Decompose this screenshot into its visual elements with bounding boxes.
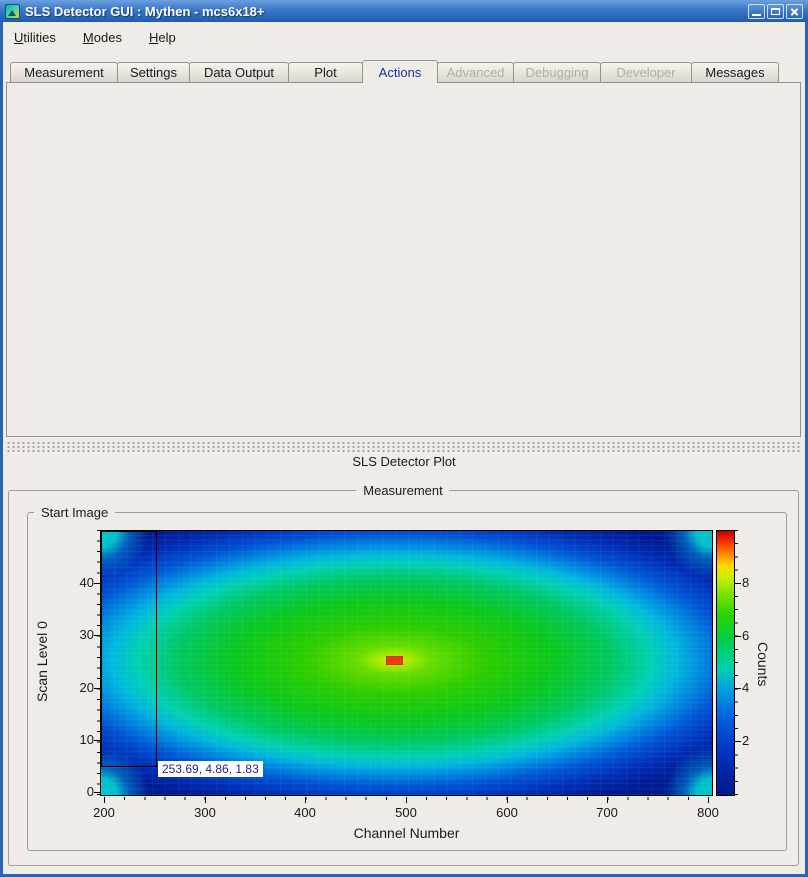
titlebar-buttons <box>748 4 803 19</box>
y-axis-title: Scan Level 0 <box>34 588 52 736</box>
x-tick-label: 500 <box>384 805 428 820</box>
splitter-handle[interactable] <box>6 441 801 452</box>
zoom-selection-rect <box>101 531 157 767</box>
start-image-group-title: Start Image <box>34 505 115 520</box>
x-tick-label: 600 <box>485 805 529 820</box>
plot-dock-title: SLS Detector Plot <box>0 454 808 469</box>
x-tick-label: 400 <box>283 805 327 820</box>
heatmap-canvas[interactable] <box>100 530 713 796</box>
y-tick-label: 10 <box>70 732 94 747</box>
measurement-group-title: Measurement <box>356 483 449 498</box>
cursor-readout: 253.69, 4.86, 1.83 <box>158 761 263 777</box>
y-tick-label: 0 <box>70 784 94 799</box>
window-title: SLS Detector GUI : Mythen - mcs6x18+ <box>25 4 743 19</box>
minimize-button[interactable] <box>748 4 765 19</box>
tab-messages[interactable]: Messages <box>691 62 779 82</box>
tab-advanced: Advanced <box>437 62 514 82</box>
x-tick-label: 200 <box>82 805 126 820</box>
tab-measurement[interactable]: Measurement <box>10 62 118 82</box>
actions-tab-pane <box>6 82 801 437</box>
x-tick-label: 800 <box>686 805 730 820</box>
x-axis-title: Channel Number <box>100 825 713 841</box>
tab-data-output[interactable]: Data Output <box>189 62 289 82</box>
colorbar-tick-label: 2 <box>742 733 758 748</box>
tab-developer: Developer <box>600 62 692 82</box>
x-tick-label: 300 <box>183 805 227 820</box>
colorbar-tick-label: 8 <box>742 575 758 590</box>
main-window: SLS Detector GUI : Mythen - mcs6x18+ Uti… <box>0 0 808 877</box>
menu-modes[interactable]: Modes <box>80 29 125 46</box>
colorbar-title: Counts <box>753 618 771 710</box>
menu-utilities[interactable]: Utilities <box>11 29 59 46</box>
y-tick-label: 40 <box>70 575 94 590</box>
tab-plot[interactable]: Plot <box>288 62 363 82</box>
colorbar-minor-ticks <box>735 530 738 796</box>
y-tick-label: 20 <box>70 680 94 695</box>
colorbar <box>716 530 735 796</box>
tab-bar: Measurement Settings Data Output Plot Ac… <box>10 60 778 83</box>
maximize-button[interactable] <box>767 4 784 19</box>
tab-actions[interactable]: Actions <box>362 60 438 83</box>
x-tick-label: 700 <box>585 805 629 820</box>
peak-marker <box>386 656 403 665</box>
titlebar[interactable]: SLS Detector GUI : Mythen - mcs6x18+ <box>0 0 808 22</box>
close-button[interactable] <box>786 4 803 19</box>
x-minor-ticks <box>104 797 709 800</box>
app-icon <box>5 4 20 19</box>
menubar: Utilities Modes Help <box>11 26 179 48</box>
tab-debugging: Debugging <box>513 62 601 82</box>
menu-help[interactable]: Help <box>146 29 179 46</box>
tab-settings[interactable]: Settings <box>117 62 190 82</box>
y-tick-label: 30 <box>70 627 94 642</box>
